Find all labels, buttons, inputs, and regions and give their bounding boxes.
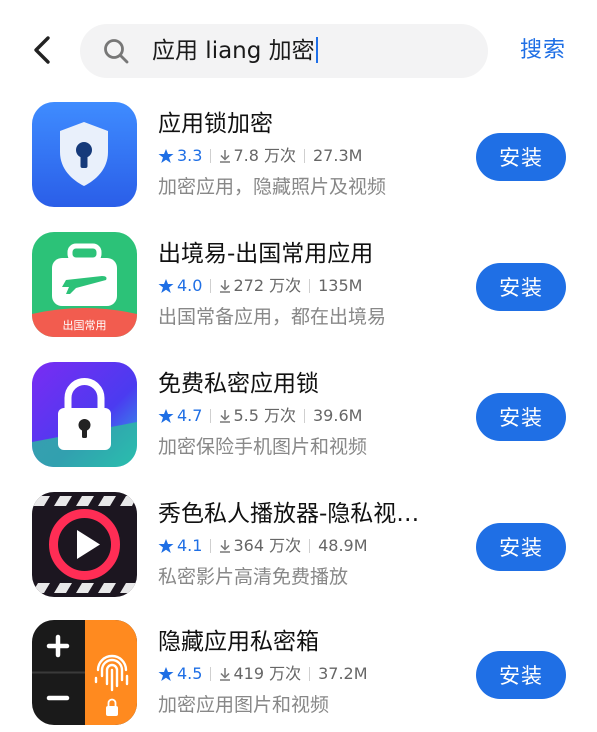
- app-description: 出国常备应用，都在出境易: [158, 306, 387, 328]
- download-count: 272 万次: [233, 276, 302, 295]
- download-count: 7.8 万次: [233, 146, 296, 165]
- rating-value: 4.5: [177, 664, 203, 683]
- divider: [210, 667, 212, 681]
- app-meta: 3.3 7.8 万次 27.3M: [158, 145, 362, 167]
- app-size: 48.9M: [318, 536, 368, 555]
- play-button-icon[interactable]: [32, 492, 137, 597]
- chevron-left-icon: [34, 36, 50, 64]
- install-button[interactable]: 安装: [476, 133, 566, 181]
- download-icon: [220, 410, 231, 423]
- text-caret: [315, 37, 318, 63]
- app-size: 135M: [318, 276, 363, 295]
- star-icon: [158, 149, 174, 163]
- divider: [210, 279, 212, 293]
- app-name: 隐藏应用私密箱: [158, 629, 319, 655]
- app-name: 出境易-出国常用应用: [158, 241, 374, 267]
- app-name: 免费私密应用锁: [158, 371, 319, 397]
- search-icon: [104, 39, 129, 64]
- rating-value: 4.0: [177, 276, 203, 295]
- app-size: 39.6M: [313, 406, 363, 425]
- list-item[interactable]: 隐藏应用私密箱 4.5 419 万次 37.2M 加密应用图片和视频 安装: [0, 618, 597, 728]
- rating-value: 4.7: [177, 406, 203, 425]
- search-button[interactable]: 搜索: [520, 34, 566, 68]
- app-description: 私密影片高清免费播放: [158, 566, 349, 588]
- app-description: 加密应用，隐藏照片及视频: [158, 176, 387, 198]
- install-button[interactable]: 安装: [476, 393, 566, 441]
- star-icon: [158, 279, 174, 293]
- download-icon: [220, 540, 231, 553]
- divider: [210, 409, 212, 423]
- divider: [304, 149, 305, 163]
- app-meta: 4.1 364 万次 48.9M: [158, 535, 368, 557]
- padlock-icon[interactable]: [32, 362, 137, 467]
- search-query[interactable]: 应用 liang 加密: [152, 34, 318, 68]
- star-icon: [158, 667, 174, 681]
- app-name: 应用锁加密: [158, 111, 273, 137]
- suitcase-plane-icon[interactable]: 出国常用: [32, 232, 137, 337]
- app-description: 加密应用图片和视频: [158, 694, 330, 716]
- app-description: 加密保险手机图片和视频: [158, 436, 368, 458]
- divider: [309, 539, 311, 553]
- rating-value: 4.1: [177, 536, 203, 555]
- download-count: 5.5 万次: [233, 406, 296, 425]
- divider: [309, 667, 311, 681]
- list-item[interactable]: 秀色私人播放器-隐私视… 4.1 364 万次 48.9M 私密影片高清免费播放…: [0, 490, 597, 600]
- list-item[interactable]: 免费私密应用锁 4.7 5.5 万次 39.6M 加密保险手机图片和视频 安装: [0, 360, 597, 470]
- app-meta: 4.7 5.5 万次 39.6M: [158, 405, 362, 427]
- shield-lock-icon[interactable]: [32, 102, 137, 207]
- rating-value: 3.3: [177, 146, 203, 165]
- install-button[interactable]: 安装: [476, 263, 566, 311]
- install-button[interactable]: 安装: [476, 651, 566, 699]
- app-name: 秀色私人播放器-隐私视…: [158, 501, 420, 527]
- divider: [309, 279, 311, 293]
- icon-label: 出国常用: [63, 318, 107, 332]
- app-size: 27.3M: [313, 146, 363, 165]
- list-item[interactable]: 应用锁加密 3.3 7.8 万次 27.3M 加密应用，隐藏照片及视频 安装: [0, 100, 597, 210]
- divider: [304, 409, 305, 423]
- back-button[interactable]: [22, 30, 62, 70]
- download-count: 419 万次: [233, 664, 302, 683]
- list-item[interactable]: 出国常用 出境易-出国常用应用 4.0 272 万次 135M 出国常备应用，都…: [0, 230, 597, 340]
- search-header: 应用 liang 加密 搜索: [0, 0, 597, 100]
- search-input[interactable]: 应用 liang 加密: [80, 24, 488, 78]
- install-button[interactable]: 安装: [476, 523, 566, 571]
- app-meta: 4.5 419 万次 37.2M: [158, 663, 368, 685]
- download-count: 364 万次: [233, 536, 302, 555]
- download-icon: [220, 668, 231, 681]
- download-icon: [220, 150, 231, 163]
- divider: [210, 149, 212, 163]
- app-meta: 4.0 272 万次 135M: [158, 275, 362, 297]
- star-icon: [158, 539, 174, 553]
- calculator-fingerprint-icon[interactable]: [32, 620, 137, 725]
- star-icon: [158, 409, 174, 423]
- download-icon: [220, 280, 231, 293]
- app-size: 37.2M: [318, 664, 368, 683]
- divider: [210, 539, 212, 553]
